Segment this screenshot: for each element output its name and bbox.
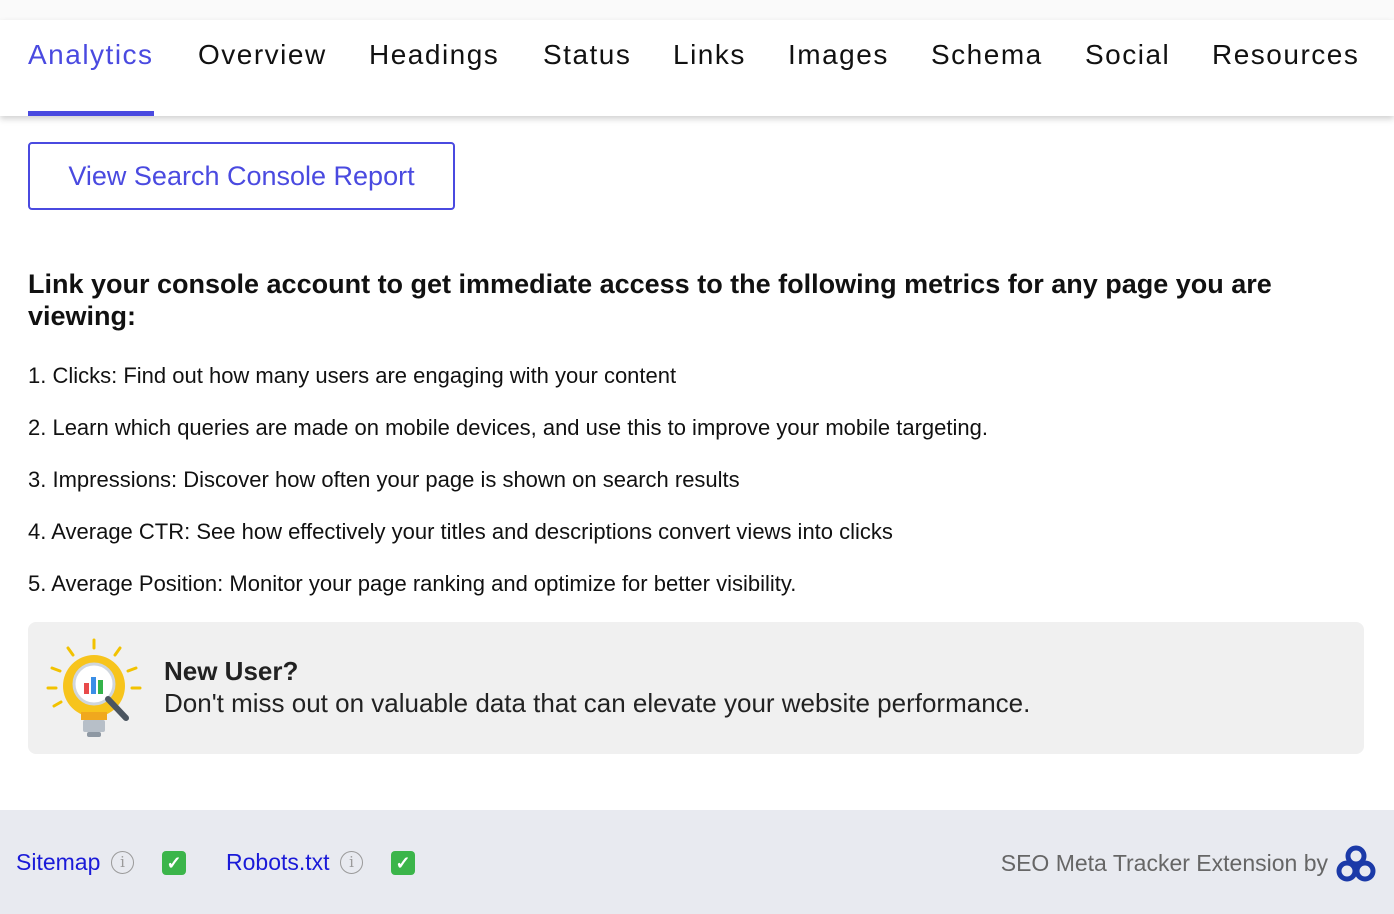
tab-schema[interactable]: Schema <box>931 20 1043 116</box>
brand-logo-icon[interactable] <box>1336 844 1376 884</box>
sitemap-info-icon[interactable]: i <box>111 851 134 874</box>
metric-item-position: 5. Average Position: Monitor your page r… <box>28 571 797 596</box>
robots-info-icon[interactable]: i <box>340 851 363 874</box>
top-strip <box>0 0 1394 20</box>
tab-resources[interactable]: Resources <box>1212 20 1359 116</box>
lightbulb-chart-icon <box>46 638 142 737</box>
metric-item-ctr: 4. Average CTR: See how effectively your… <box>28 519 893 544</box>
tab-status[interactable]: Status <box>543 20 631 116</box>
new-user-callout: New User? Don't miss out on valuable dat… <box>28 622 1364 754</box>
tab-images[interactable]: Images <box>788 20 889 116</box>
view-search-console-button[interactable]: View Search Console Report <box>28 142 455 210</box>
seo-extension-panel: Analytics Overview Headings Status Links… <box>0 0 1394 914</box>
metrics-headline: Link your console account to get immedia… <box>28 269 1272 331</box>
new-user-text: Don't miss out on valuable data that can… <box>164 688 1031 718</box>
footer-bar: Sitemap i ✓ Robots.txt i ✓ SEO Meta Trac… <box>0 810 1394 914</box>
metric-item-queries: 2. Learn which queries are made on mobil… <box>28 415 988 440</box>
robots-check-icon: ✓ <box>391 851 415 875</box>
tab-headings[interactable]: Headings <box>369 20 499 116</box>
sitemap-link[interactable]: Sitemap <box>16 849 100 876</box>
tab-overview[interactable]: Overview <box>198 20 327 116</box>
robots-txt-link[interactable]: Robots.txt <box>226 849 330 876</box>
tab-social[interactable]: Social <box>1085 20 1170 116</box>
extension-credit: SEO Meta Tracker Extension by <box>1000 850 1328 876</box>
tab-analytics[interactable]: Analytics <box>28 20 154 116</box>
metric-item-clicks: 1. Clicks: Find out how many users are e… <box>28 363 677 388</box>
new-user-title: New User? <box>164 656 299 686</box>
tab-bar: Analytics Overview Headings Status Links… <box>0 20 1394 116</box>
tab-links[interactable]: Links <box>673 20 746 116</box>
sitemap-check-icon: ✓ <box>162 851 186 875</box>
metric-item-impressions: 3. Impressions: Discover how often your … <box>28 467 740 492</box>
